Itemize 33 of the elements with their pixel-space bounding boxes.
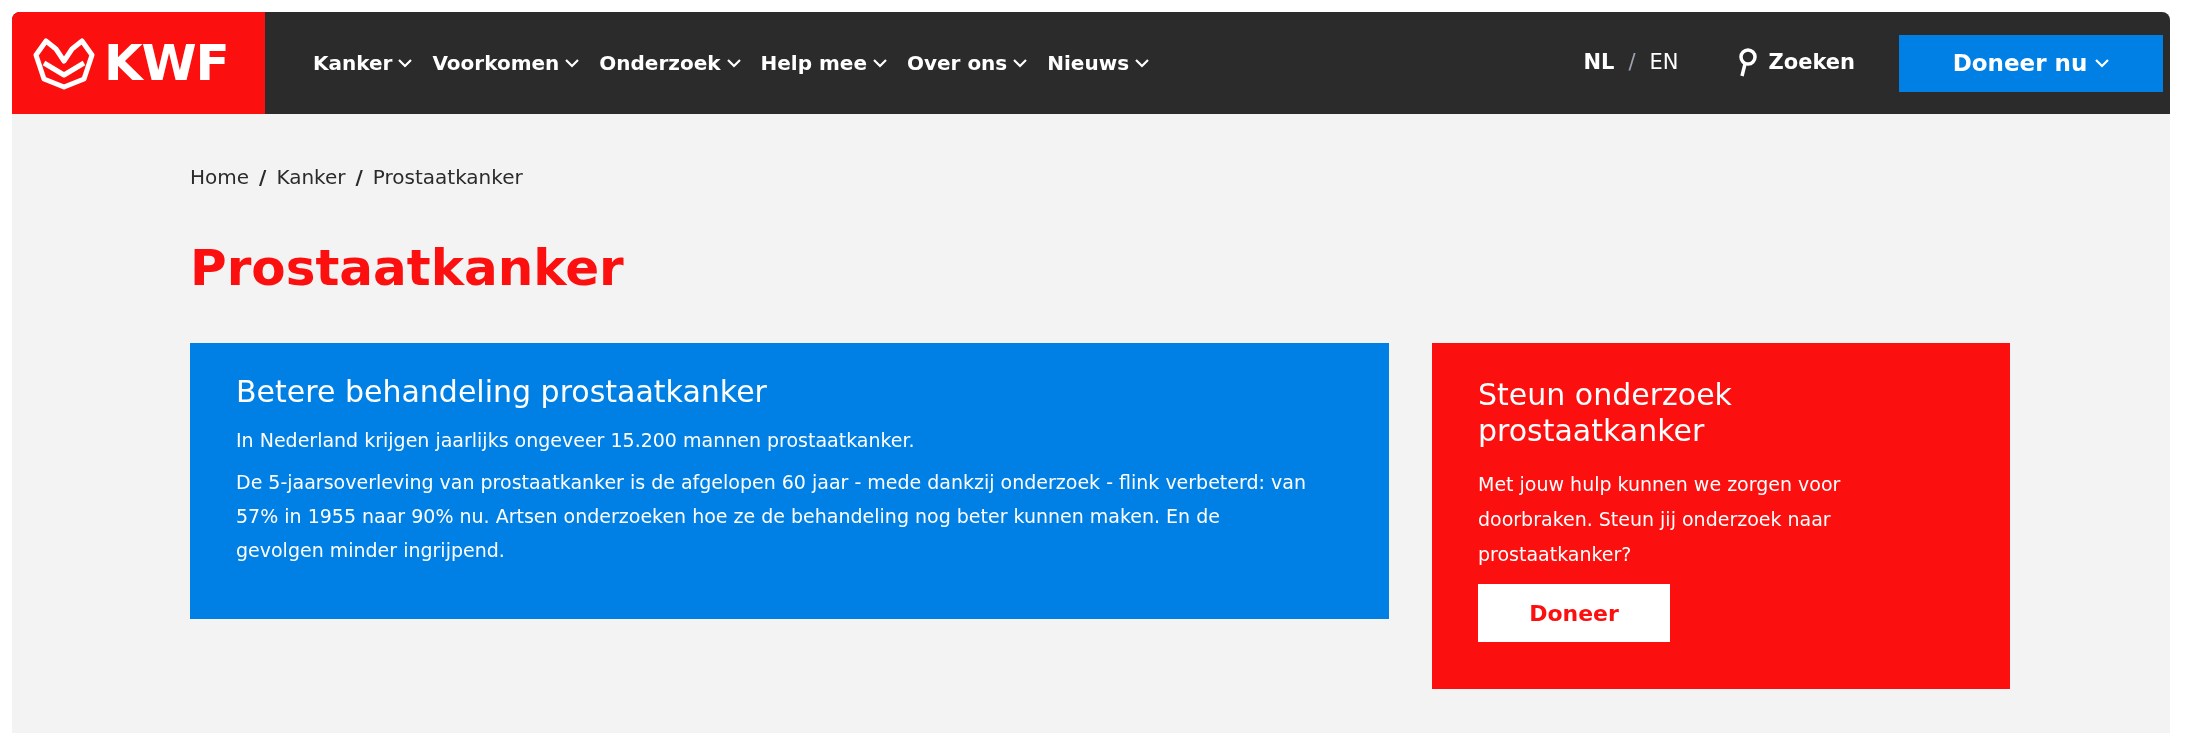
chevron-icon <box>1135 58 1150 68</box>
breadcrumb-separator: / <box>355 164 363 191</box>
chevron-icon <box>1013 58 1028 68</box>
breadcrumb-link[interactable]: Kanker <box>276 162 346 192</box>
card-text: De 5-jaarsoverleving van prostaatkanker is de afgelopen 60 jaar - mede dankzij onderzoek - flink verbeterd: van 57% in 1955 naar 90% nu. Artsen onderzoeken hoe ze de behandeling nog beter kunnen maken. En de gevolgen minder ingrijpend. <box>236 469 1306 563</box>
chevron-icon <box>872 58 887 68</box>
nav-link[interactable]: Onderzoek <box>599 48 741 78</box>
card-heading: Steun onderzoek prostaatkanker <box>1478 377 1733 449</box>
donate-button[interactable]: Doneer nu <box>1899 34 2163 92</box>
breadcrumb-link[interactable]: Home <box>190 162 250 192</box>
language-link[interactable]: NL <box>1583 47 1615 79</box>
search-link[interactable]: Zoeken <box>1736 47 1855 79</box>
chevron-icon <box>726 58 741 68</box>
breadcrumb-current[interactable]: Prostaatkanker <box>372 162 523 192</box>
logo-icon <box>32 35 96 91</box>
nav-link[interactable]: Kanker <box>313 48 413 78</box>
search-icon <box>1736 48 1757 78</box>
logo[interactable]: KWF <box>12 12 265 114</box>
donate-button[interactable]: Doneer <box>1478 584 1670 642</box>
nav-link[interactable]: Voorkomen <box>432 48 580 78</box>
language-link[interactable]: EN <box>1649 47 1679 79</box>
breadcrumb-separator: / <box>259 164 267 191</box>
chevron-icon <box>398 58 413 68</box>
separator: / <box>1628 49 1636 77</box>
chevron-icon <box>565 58 580 68</box>
nav-link[interactable]: Nieuws <box>1047 48 1150 78</box>
card-text: In Nederland krijgen jaarlijks ongeveer 15.200 mannen prostaatkanker. <box>236 427 916 453</box>
card-text: Met jouw hulp kunnen we zorgen voor doorbraken. Steun jij onderzoek naar prostaatkanker? <box>1478 472 1842 567</box>
nav-link[interactable]: Help mee <box>760 48 887 78</box>
chevron-icon <box>2095 58 2110 68</box>
card-heading: Betere behandeling prostaatkanker <box>236 373 768 411</box>
page-title: Prostaatkanker <box>190 243 625 293</box>
nav-link[interactable]: Over ons <box>906 48 1028 78</box>
